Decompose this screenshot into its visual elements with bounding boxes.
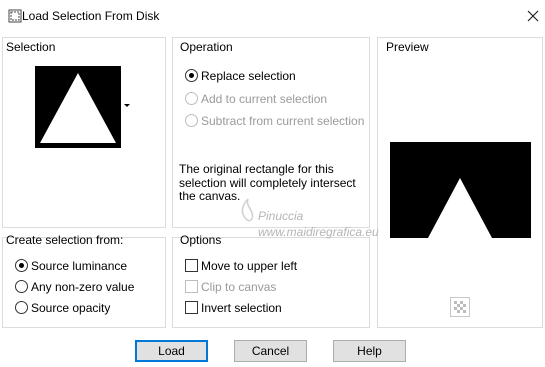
radio-source-luminance[interactable] [15,259,28,272]
clip-to-canvas-label: Clip to canvas [201,280,277,294]
add-to-selection-label: Add to current selection [201,92,328,106]
radio-add-to-selection[interactable] [185,92,198,105]
subtract-selection-label: Subtract from current selection [201,114,365,128]
radio-source-opacity[interactable] [15,301,28,314]
triangle-icon [40,73,116,143]
dropdown-arrow-icon[interactable] [122,100,132,110]
radio-replace-selection[interactable] [185,69,198,82]
cancel-button[interactable]: Cancel [234,340,307,362]
checkbox-invert-selection[interactable] [185,301,198,314]
watermark-logo-icon [241,198,254,222]
load-button[interactable]: Load [135,340,208,362]
checkbox-move-upper-left[interactable] [185,259,198,272]
window-title: Load Selection From Disk [22,9,160,23]
preview-toggle-button[interactable] [450,297,470,317]
checkerboard-icon [454,301,466,313]
preview-triangle-icon [428,178,492,238]
invert-selection-label: Invert selection [201,301,282,315]
selection-thumbnail[interactable] [35,66,121,148]
source-opacity-label: Source opacity [31,301,111,315]
options-label: Options [180,233,222,247]
create-selection-label: Create selection from: [6,233,124,247]
operation-label: Operation [180,40,233,54]
watermark-line1: Pinuccia [258,209,304,223]
radio-any-non-zero[interactable] [15,280,28,293]
app-icon [8,9,22,23]
selection-label: Selection [6,40,56,54]
checkbox-clip-to-canvas[interactable] [185,280,198,293]
radio-subtract-selection[interactable] [185,114,198,127]
any-non-zero-label: Any non-zero value [31,280,135,294]
preview-label: Preview [386,40,429,54]
help-button[interactable]: Help [333,340,406,362]
replace-selection-label: Replace selection [201,69,296,83]
operation-info-text: The original rectangle for this selectio… [179,162,356,203]
preview-image [390,142,531,238]
source-luminance-label: Source luminance [31,259,128,273]
close-icon[interactable] [521,4,545,28]
watermark-line2: www.maidiregrafica.eu [258,225,379,239]
move-upper-left-label: Move to upper left [201,259,298,273]
